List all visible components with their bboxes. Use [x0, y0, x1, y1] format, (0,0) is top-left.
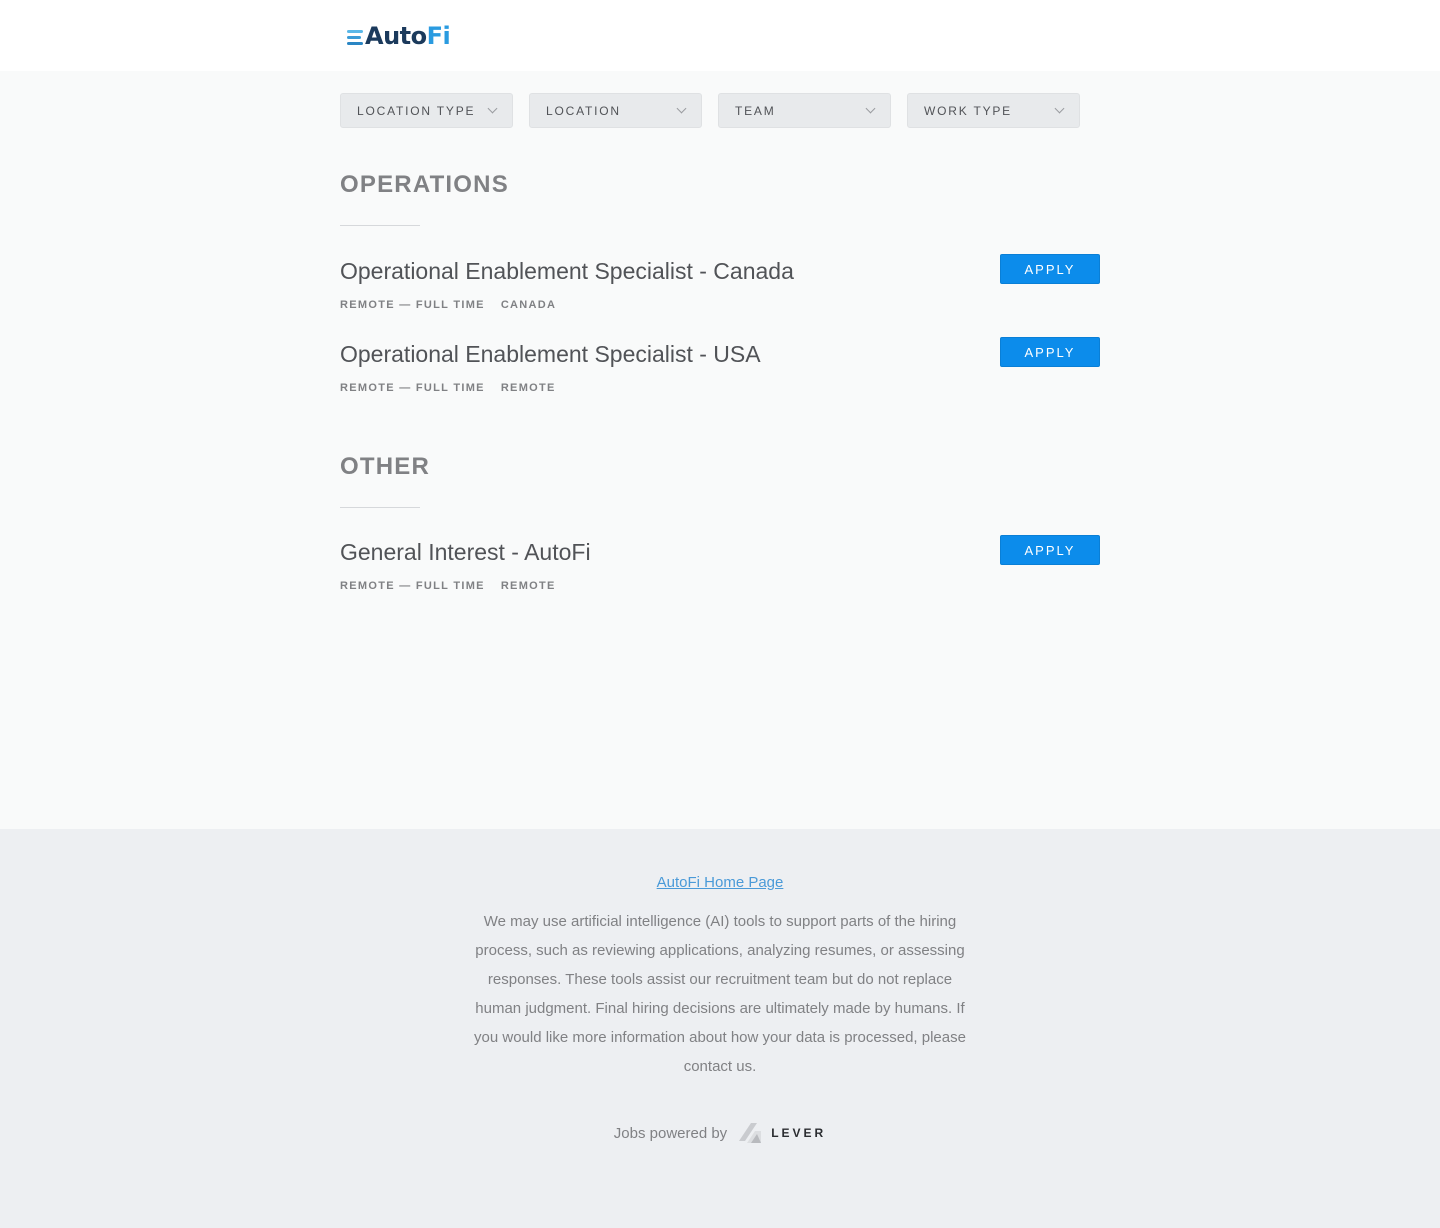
chevron-down-icon	[1054, 103, 1065, 114]
posting-location: REMOTE	[500, 382, 556, 394]
posting-title-link[interactable]: General Interest - AutoFi	[340, 539, 1100, 566]
page-footer: AutoFi Home Page We may use artificial i…	[0, 829, 1440, 1228]
chevron-down-icon	[865, 103, 876, 114]
section-divider	[340, 507, 420, 508]
job-posting: General Interest - AutoFi REMOTE — FULL …	[340, 535, 1100, 592]
posting-location: CANADA	[500, 299, 557, 311]
chevron-down-icon	[676, 103, 687, 114]
apply-button[interactable]: APPLY	[1000, 535, 1100, 565]
filter-bar: LOCATION TYPE LOCATION TEAM WORK TYPE	[340, 93, 1080, 128]
filter-label: TEAM	[735, 103, 776, 118]
section-operations: OPERATIONS Operational Enablement Specia…	[340, 171, 1100, 394]
posting-meta: REMOTE — FULL TIME CANADA	[340, 299, 1100, 311]
autofi-logo-mark-icon	[347, 29, 363, 45]
posting-meta: REMOTE — FULL TIME REMOTE	[340, 382, 1100, 394]
filter-location[interactable]: LOCATION	[529, 93, 702, 128]
home-page-link[interactable]: AutoFi Home Page	[0, 874, 1440, 891]
job-posting: Operational Enablement Specialist - USA …	[340, 337, 1100, 394]
posting-commitment: REMOTE — FULL TIME	[340, 580, 485, 592]
lever-wordmark: LEVER	[771, 1126, 827, 1140]
posting-commitment: REMOTE — FULL TIME	[340, 382, 485, 394]
apply-button[interactable]: APPLY	[1000, 254, 1100, 284]
filter-work-type[interactable]: WORK TYPE	[907, 93, 1080, 128]
posting-title-link[interactable]: Operational Enablement Specialist - USA	[340, 341, 1100, 368]
logo-text-fi: Fi	[426, 22, 451, 50]
filter-label: LOCATION TYPE	[357, 103, 476, 118]
chevron-down-icon	[487, 103, 498, 114]
section-title: OPERATIONS	[340, 171, 509, 198]
filter-team[interactable]: TEAM	[718, 93, 891, 128]
powered-by[interactable]: Jobs powered by LEVER	[0, 1121, 1440, 1145]
lever-logo-icon	[739, 1123, 762, 1143]
page-header: AutoFi	[0, 0, 1440, 71]
posting-location: REMOTE	[500, 580, 556, 592]
logo-text-auto: Auto	[365, 22, 427, 50]
section-other: OTHER General Interest - AutoFi REMOTE —…	[340, 453, 1100, 592]
posting-title-link[interactable]: Operational Enablement Specialist - Cana…	[340, 258, 1100, 285]
section-divider	[340, 225, 420, 226]
posting-meta: REMOTE — FULL TIME REMOTE	[340, 580, 1100, 592]
autofi-logo[interactable]: AutoFi	[347, 20, 451, 52]
main-content: LOCATION TYPE LOCATION TEAM WORK TYPE OP…	[0, 71, 1440, 829]
filter-label: WORK TYPE	[924, 103, 1012, 118]
powered-by-label: Jobs powered by	[613, 1124, 728, 1142]
autofi-logo-text: AutoFi	[365, 22, 451, 50]
ai-notice-text: We may use artificial intelligence (AI) …	[474, 913, 966, 1075]
apply-button[interactable]: APPLY	[1000, 337, 1100, 367]
job-posting: Operational Enablement Specialist - Cana…	[340, 254, 1100, 311]
section-title: OTHER	[340, 453, 430, 480]
posting-commitment: REMOTE — FULL TIME	[340, 299, 485, 311]
filter-label: LOCATION	[546, 103, 621, 118]
filter-location-type[interactable]: LOCATION TYPE	[340, 93, 513, 128]
